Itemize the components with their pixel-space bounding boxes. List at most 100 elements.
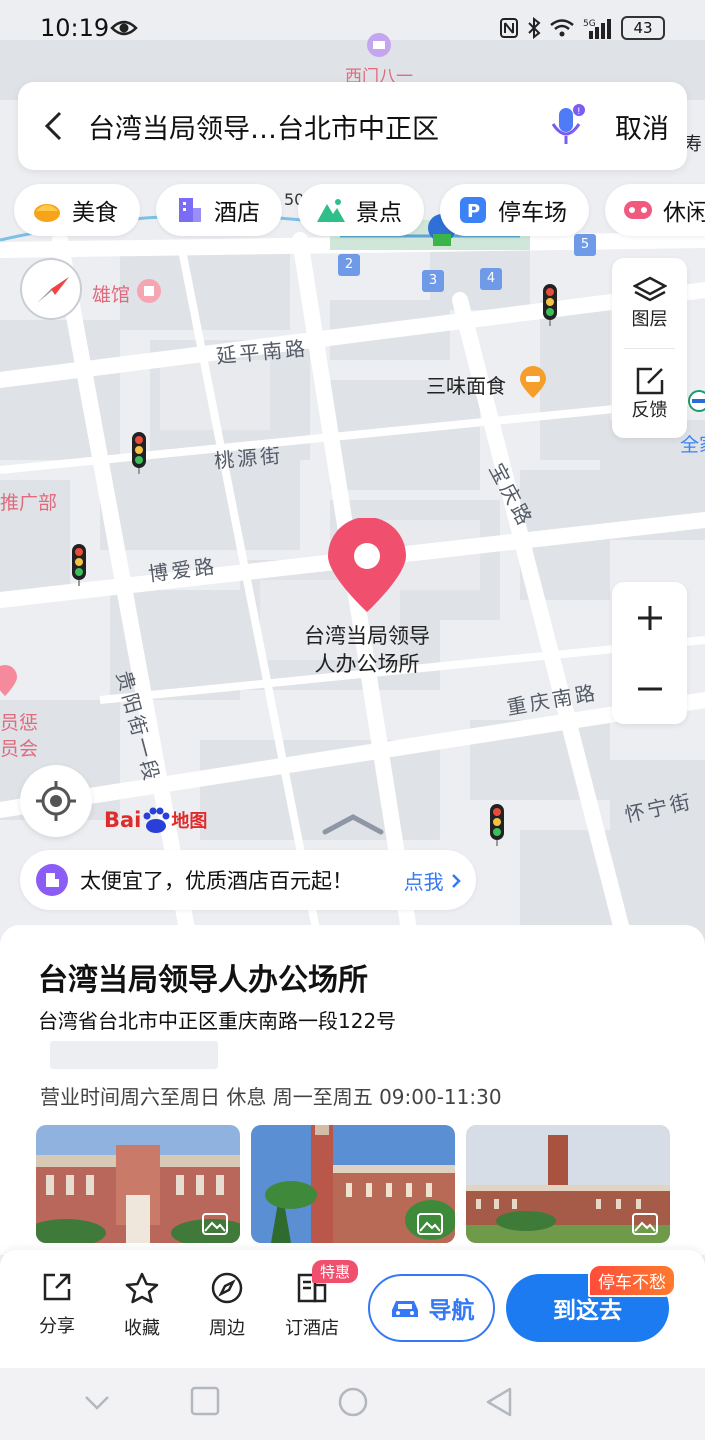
cancel-button[interactable]: 取消: [597, 107, 687, 146]
nfc-icon: [500, 18, 518, 38]
image-icon: [632, 1213, 658, 1235]
zoom-in-button[interactable]: [612, 582, 687, 653]
hotel-promo-text: 太便宜了，优质酒店百元起！: [80, 869, 353, 893]
leisure-icon: [624, 201, 652, 219]
back-triangle-icon[interactable]: [484, 1386, 514, 1418]
minus-icon: [637, 687, 662, 690]
feedback-label: 反馈: [631, 400, 668, 421]
place-address: 台湾省台北市中正区重庆南路一段122号: [38, 1009, 397, 1033]
chevron-left-icon: [44, 111, 62, 141]
compass-nearby-icon: [211, 1272, 243, 1304]
layers-label: 图层: [631, 309, 668, 330]
marker-label: 台湾当局领导 人办公场所: [272, 622, 462, 678]
navigate-label: 导航: [428, 1298, 475, 1324]
convenience-store-icon[interactable]: [688, 390, 705, 418]
system-navigation-bar: [0, 1368, 705, 1440]
battery-indicator: 43: [621, 16, 665, 40]
place-photo[interactable]: [251, 1125, 455, 1243]
chip-hotel[interactable]: 酒店: [156, 184, 282, 236]
logo-suffix: 地图: [171, 811, 208, 832]
svg-text:P: P: [467, 201, 480, 222]
map-label-yuan-top: 员惩: [0, 712, 39, 734]
plus-icon: [637, 605, 662, 630]
network-type: 5G: [583, 19, 596, 29]
status-bar: 10:19 5G 43: [0, 0, 705, 60]
traffic-light-icon: [132, 432, 146, 474]
recents-icon[interactable]: [190, 1386, 220, 1416]
hotel-promo-link[interactable]: 点我: [404, 866, 462, 895]
chevron-up-icon[interactable]: [322, 812, 384, 836]
layers-icon: [632, 276, 667, 302]
share-label: 分享: [39, 1316, 75, 1337]
photo-gallery: [36, 1125, 670, 1243]
place-title: 台湾当局领导人办公场所: [38, 963, 368, 998]
map-label-museum: 雄馆: [92, 284, 131, 306]
car-icon: [391, 1301, 418, 1317]
microphone-icon: !: [551, 104, 585, 144]
favorite-label: 收藏: [124, 1318, 160, 1339]
image-icon: [202, 1213, 228, 1235]
signal-icon: 5G: [583, 19, 611, 39]
home-icon[interactable]: [337, 1386, 369, 1418]
chip-label: 美食: [72, 200, 118, 226]
hotel-promo-icon: [36, 864, 68, 896]
star-icon: [125, 1272, 159, 1304]
layers-button[interactable]: 图层: [612, 258, 687, 348]
hotel-promo-link-label: 点我: [403, 869, 444, 894]
business-hours: 营业时间周六至周日 休息 周一至周五 09:00-11:30: [40, 1085, 502, 1109]
feedback-icon: [636, 367, 663, 395]
chip-label: 景点: [356, 200, 402, 226]
loading-placeholder: [50, 1041, 218, 1069]
feedback-button[interactable]: 反馈: [612, 349, 687, 439]
zoom-out-button[interactable]: [612, 653, 687, 724]
place-photo[interactable]: [36, 1125, 240, 1243]
marker-label-line2: 人办公场所: [314, 652, 420, 676]
voice-search-button[interactable]: !: [537, 82, 597, 170]
share-icon: [43, 1273, 71, 1301]
chip-label: 酒店: [214, 200, 260, 226]
logo-text: Bai: [104, 808, 142, 832]
compass-button[interactable]: [20, 258, 82, 320]
back-button[interactable]: [18, 82, 88, 170]
chip-label: 停车场: [498, 200, 567, 226]
traffic-light-icon: [72, 544, 86, 586]
zoom-controls: [612, 582, 687, 724]
place-detail-sheet[interactable]: 台湾当局领导人办公场所 台湾省台北市中正区重庆南路一段122号 营业时间周六至周…: [0, 925, 705, 1255]
museum-poi-icon[interactable]: [136, 278, 162, 304]
status-icons: 5G 43: [499, 16, 665, 40]
status-time: 10:19: [40, 14, 110, 42]
map-label-taoyuan-street: 桃源街: [213, 443, 285, 473]
platform-badge: 2: [338, 254, 360, 276]
parking-badge: 停车不愁: [588, 1264, 676, 1297]
chip-leisure[interactable]: 休闲: [605, 184, 705, 236]
food-icon: [34, 204, 60, 222]
locate-icon: [36, 781, 76, 821]
platform-badge: 3: [422, 270, 444, 292]
chevron-right-icon: [452, 873, 461, 888]
svg-text:!: !: [577, 107, 581, 117]
chevron-down-icon[interactable]: [84, 1394, 110, 1412]
chip-parking[interactable]: P 停车场: [440, 184, 589, 236]
scenic-icon: [317, 199, 345, 222]
search-query[interactable]: 台湾当局领导…台北市中正区: [88, 107, 537, 146]
pink-poi-icon[interactable]: [0, 664, 18, 698]
nearby-label: 周边: [209, 1318, 245, 1339]
chip-food[interactable]: 美食: [14, 184, 140, 236]
traffic-light-icon: [543, 284, 557, 326]
parking-icon: P: [460, 197, 486, 223]
map-label-yuan-bottom: 员会: [0, 738, 39, 760]
hotel-icon: [179, 198, 201, 222]
place-marker-icon[interactable]: [326, 518, 408, 614]
my-location-button[interactable]: [20, 765, 92, 837]
paw-logo-icon: [143, 807, 170, 833]
nearby-button[interactable]: 周边: [192, 1272, 262, 1340]
navigate-button[interactable]: 导航: [368, 1274, 495, 1342]
hotel-promo-banner[interactable]: 太便宜了，优质酒店百元起！ 点我: [20, 850, 476, 910]
favorite-button[interactable]: 收藏: [107, 1272, 177, 1340]
noodle-poi-icon[interactable]: [518, 366, 548, 400]
search-bar[interactable]: 台湾当局领导…台北市中正区 ! 取消: [18, 82, 687, 170]
chip-scenic[interactable]: 景点: [298, 184, 424, 236]
image-icon: [417, 1213, 443, 1235]
place-photo[interactable]: [466, 1125, 670, 1243]
share-button[interactable]: 分享: [22, 1272, 92, 1338]
